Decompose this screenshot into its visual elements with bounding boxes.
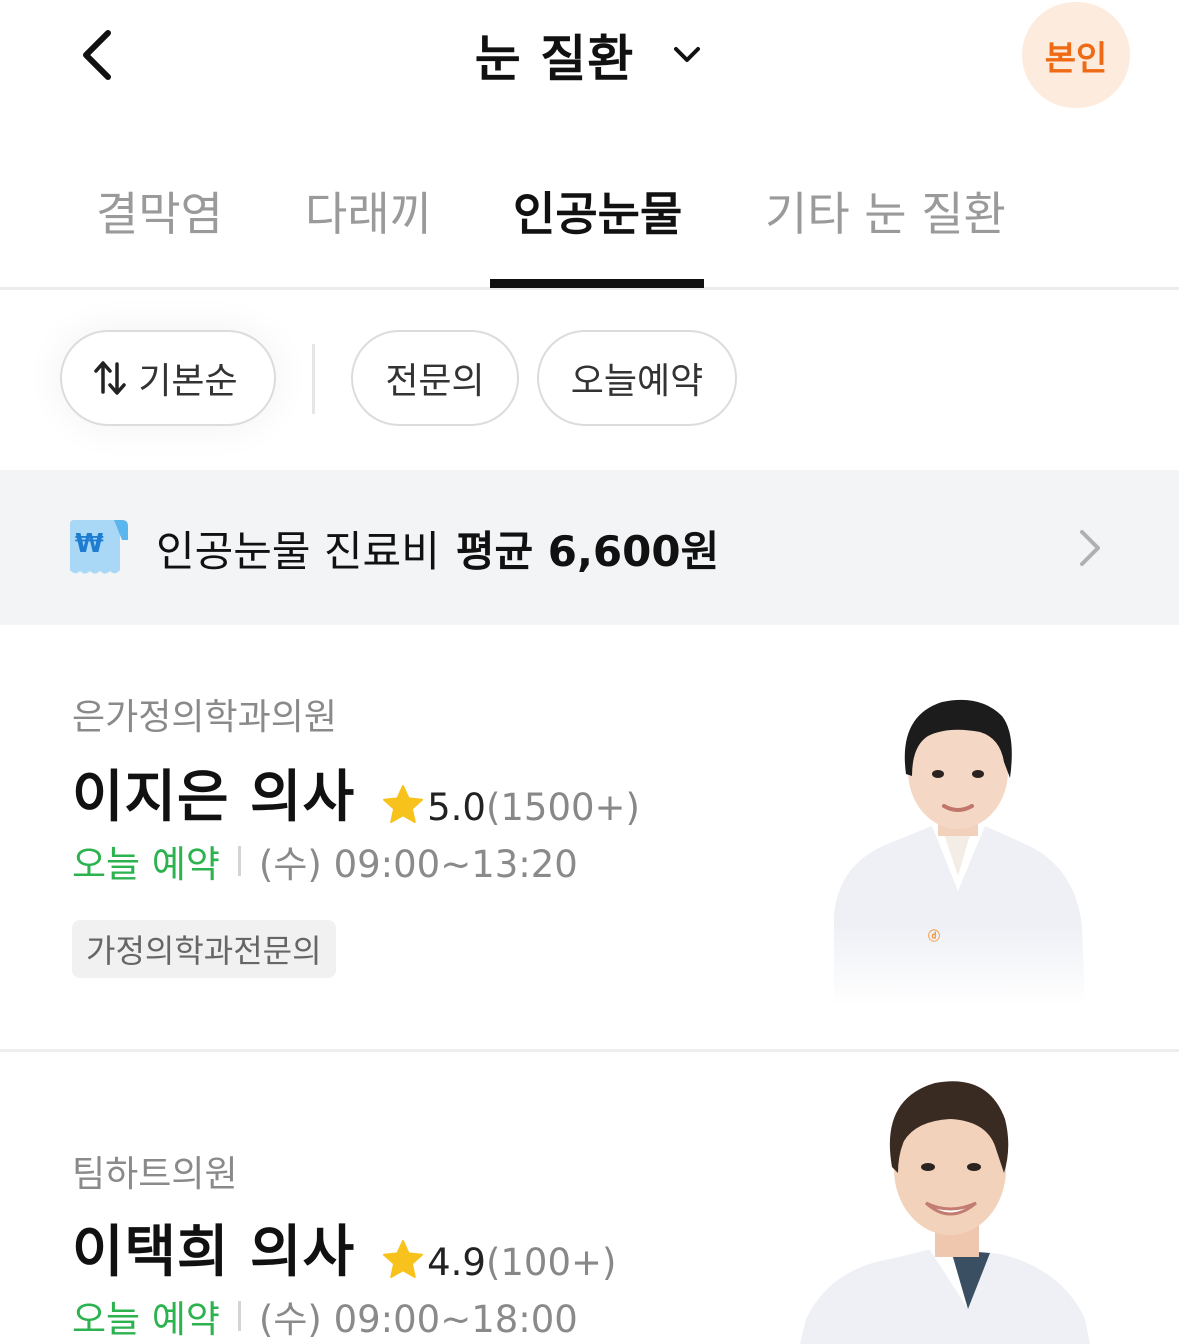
separator <box>237 1301 241 1331</box>
cost-average-value: 평균 6,600원 <box>455 527 720 576</box>
availability-status: 오늘 예약 <box>72 843 220 886</box>
tab-stye[interactable]: 다래끼 <box>305 178 432 244</box>
svg-text:₩: ₩ <box>75 529 104 559</box>
treatment-cost-banner[interactable]: ₩ 인공눈물 진료비 평균 6,600원 <box>0 470 1179 625</box>
tab-other-eye-disease[interactable]: 기타 눈 질환 <box>765 178 1006 244</box>
star-icon <box>383 1240 424 1278</box>
top-bar: 눈 질환 본인 <box>0 0 1179 120</box>
filter-chip-today-booking[interactable]: 오늘예약 <box>537 330 737 426</box>
tab-conjunctivitis[interactable]: 결막염 <box>96 178 223 244</box>
specialty-tag: 가정의학과전문의 <box>72 920 336 978</box>
availability-row: 오늘 예약 (수) 09:00~13:20 <box>72 834 578 888</box>
sort-label: 기본순 <box>138 361 238 402</box>
active-tab-indicator <box>490 279 704 288</box>
clinic-name: 팀하트의원 <box>72 1154 238 1195</box>
doctor-card[interactable]: 은가정의학과의원 이지은 의사 5.0 (1500+) 오늘 예약 (수) 09… <box>0 628 1179 1052</box>
disease-tabs: 결막염 다래끼 인공눈물 기타 눈 질환 <box>0 150 1179 290</box>
doctor-photo: ⓓ <box>820 676 1090 1006</box>
doctor-name: 이택희 의사 <box>72 1220 356 1285</box>
separator <box>237 846 241 876</box>
filter-bar: 기본순 전문의 오늘예약 <box>0 330 1179 428</box>
doctor-title-row: 이택희 의사 4.9 (100+) <box>72 1207 616 1288</box>
cost-text: 인공눈물 진료비 평균 6,600원 <box>156 518 719 579</box>
tab-artificial-tears[interactable]: 인공눈물 <box>513 178 682 244</box>
availability-status: 오늘 예약 <box>72 1298 220 1341</box>
category-selector[interactable]: 눈 질환 <box>0 22 1179 88</box>
clinic-name: 은가정의학과의원 <box>72 697 337 738</box>
office-hours: (수) 09:00~13:20 <box>258 843 578 886</box>
receipt-won-icon: ₩ <box>70 520 128 574</box>
doctor-card[interactable]: 팀하트의원 이택희 의사 4.9 (100+) 오늘 예약 (수) 09:00~… <box>0 1055 1179 1344</box>
filter-chip-specialist[interactable]: 전문의 <box>351 330 519 426</box>
chevron-down-icon <box>670 38 704 72</box>
doctor-photo <box>800 1081 1090 1344</box>
filter-divider <box>312 344 315 414</box>
cost-label: 인공눈물 진료비 <box>156 527 440 576</box>
sort-button[interactable]: 기본순 <box>60 330 276 426</box>
sort-arrows-icon <box>94 361 127 395</box>
review-count: (1500+) <box>485 786 640 829</box>
profile-selector-button[interactable]: 본인 <box>1022 2 1130 108</box>
office-hours: (수) 09:00~18:00 <box>258 1298 578 1341</box>
availability-row: 오늘 예약 (수) 09:00~18:00 <box>72 1289 578 1343</box>
rating-value: 4.9 <box>427 1241 486 1284</box>
rating-value: 5.0 <box>427 786 486 829</box>
review-count: (100+) <box>485 1241 617 1284</box>
chevron-right-icon <box>1080 530 1100 566</box>
doctor-title-row: 이지은 의사 5.0 (1500+) <box>72 752 640 833</box>
page-title: 눈 질환 <box>474 30 635 88</box>
doctor-name: 이지은 의사 <box>72 765 356 830</box>
star-icon <box>383 785 424 823</box>
